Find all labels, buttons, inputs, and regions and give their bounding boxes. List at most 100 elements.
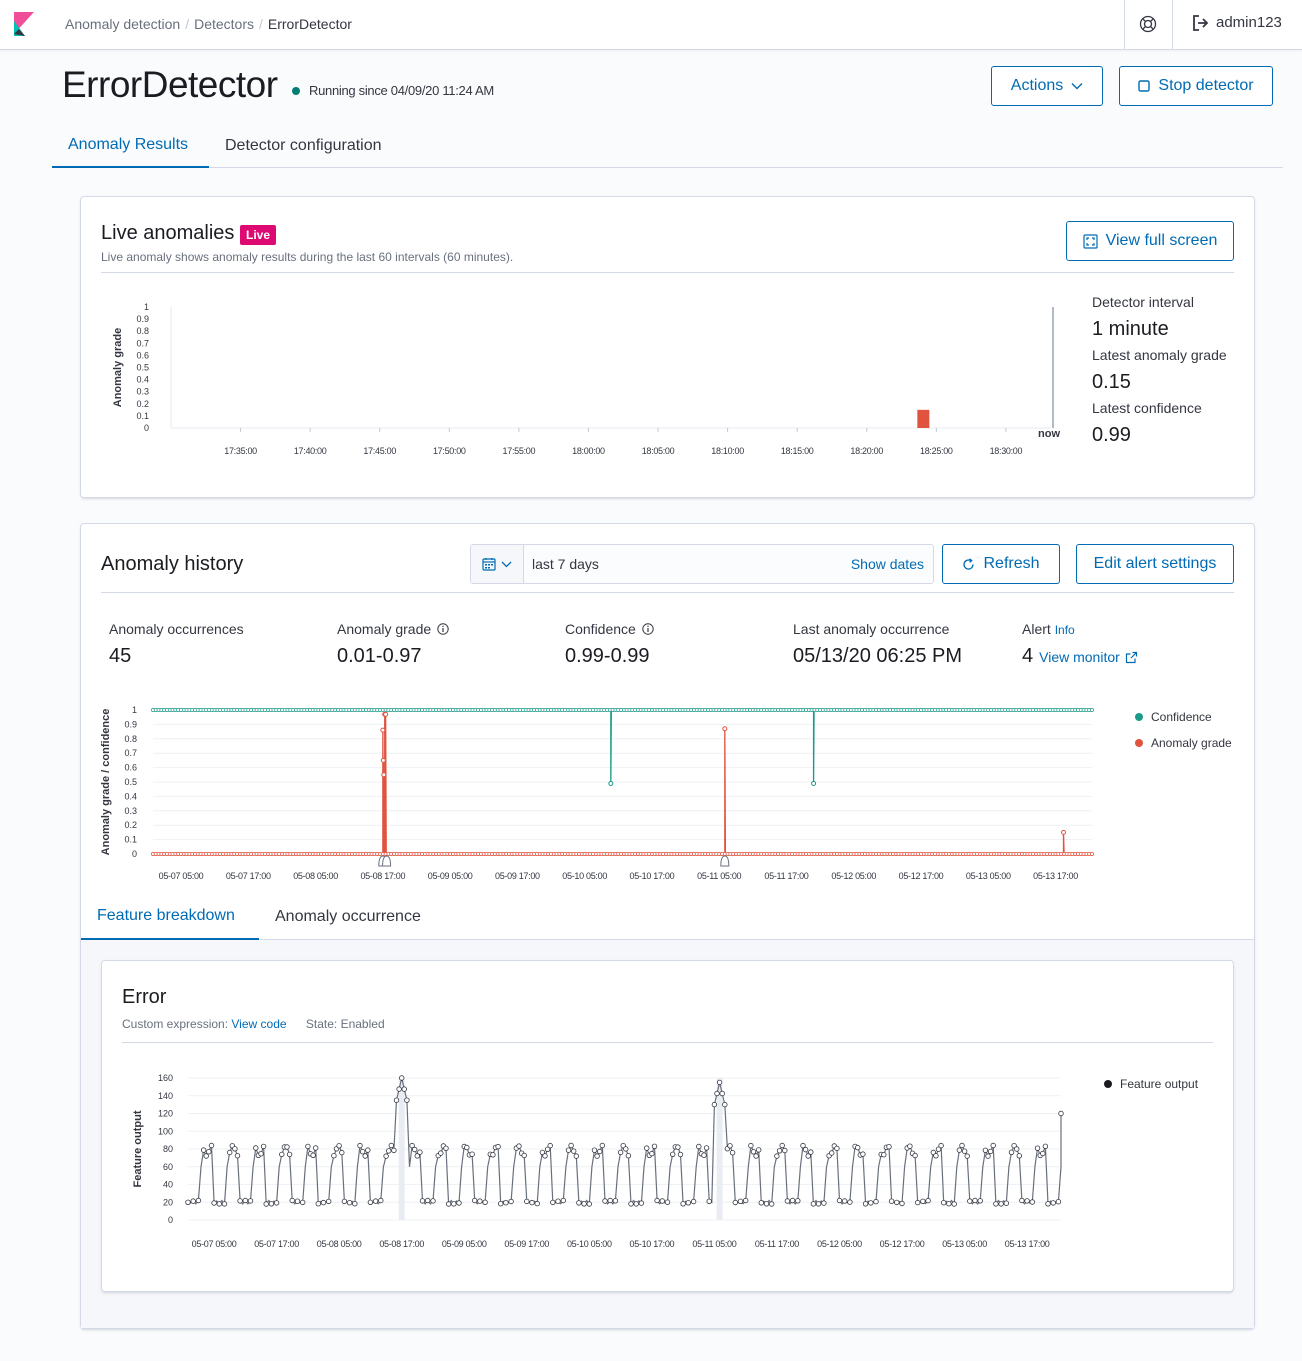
feature-output-point	[1050, 1200, 1056, 1206]
feature-output-point	[732, 1199, 738, 1206]
feature-output-point	[1040, 1150, 1046, 1157]
info-icon[interactable]	[642, 623, 654, 635]
legend-grade-label: Anomaly grade	[1151, 736, 1232, 750]
feature-output-point	[185, 1199, 191, 1205]
feature-output-point	[1034, 1145, 1041, 1151]
status-dot-icon	[292, 86, 300, 95]
x-tick-label: 05-11 05:00	[697, 871, 741, 881]
feature-output-point	[1016, 1153, 1022, 1159]
y-tick-label: 0.8	[136, 326, 149, 336]
view-full-screen-button[interactable]: View full screen	[1066, 221, 1234, 261]
feature-output-point	[649, 1150, 655, 1157]
feature-output-point	[404, 1097, 410, 1103]
live-anomaly-chart: 0 0.1 0.2 0.3 0.4 0.5 0.6 0.7 0.8 0.9 1 17:35:00 17:…	[112, 302, 1060, 456]
x-tick-label: 17:45:00	[363, 446, 396, 456]
chevron-down-icon	[1071, 83, 1083, 90]
feature-output-point	[873, 1198, 879, 1205]
feature-output-point	[495, 1143, 501, 1150]
external-link-icon	[1125, 651, 1137, 663]
x-tick-label: 05-13 17:00	[1005, 1239, 1050, 1249]
view-monitor-link[interactable]: View monitor	[1039, 649, 1138, 665]
feature-output-point	[339, 1149, 345, 1156]
feature-output-point	[967, 1198, 973, 1204]
breadcrumb-anomaly-detection[interactable]: Anomaly detection	[65, 16, 180, 32]
feature-output-point	[829, 1150, 835, 1156]
y-tick-label: 60	[163, 1162, 173, 1172]
tab-detector-configuration[interactable]: Detector configuration	[209, 124, 398, 168]
feature-output-point	[842, 1198, 848, 1204]
view-code-link[interactable]: View code	[231, 1017, 286, 1031]
feature-output-point	[419, 1198, 426, 1204]
y-tick-label: 0	[144, 423, 149, 433]
feature-output-point	[977, 1198, 983, 1204]
quick-select-button[interactable]	[471, 545, 524, 583]
feature-output-point	[443, 1145, 449, 1151]
feature-output-point	[391, 1147, 397, 1154]
help-icon[interactable]	[1139, 15, 1157, 33]
show-dates-link[interactable]: Show dates	[851, 556, 924, 572]
feature-output-point	[1019, 1197, 1025, 1204]
feature-output-point	[938, 1142, 944, 1149]
feature-output-point	[576, 1200, 582, 1206]
feature-output-point	[617, 1149, 624, 1156]
occurrences-label: Anomaly occurrences	[109, 621, 244, 637]
x-tick-label: 05-13 05:00	[966, 871, 1011, 881]
feature-output-point	[237, 1198, 243, 1204]
feature-output-point	[451, 1201, 457, 1207]
y-tick-label: 0.6	[124, 763, 137, 773]
feature-output-point	[312, 1145, 319, 1151]
stop-icon	[1138, 80, 1151, 92]
y-tick-label: 20	[163, 1197, 173, 1207]
tab-anomaly-results[interactable]: Anomaly Results	[52, 124, 209, 168]
feature-output-point	[763, 1201, 770, 1207]
x-tick-label: 17:55:00	[503, 446, 536, 456]
latest-grade-label: Latest anomaly grade	[1092, 347, 1227, 363]
actions-button[interactable]: Actions	[991, 66, 1103, 106]
legend-dot-icon	[1135, 713, 1143, 721]
legend-confidence[interactable]: Confidence	[1135, 710, 1212, 724]
feature-output-point	[675, 1144, 681, 1150]
feature-output-point	[982, 1147, 989, 1153]
feature-output-point	[808, 1149, 814, 1155]
feature-output-point	[946, 1200, 952, 1207]
divider	[101, 592, 1234, 593]
feature-output-point	[430, 1198, 436, 1204]
feature-output-point	[987, 1148, 994, 1155]
breadcrumb-detectors[interactable]: Detectors	[194, 16, 254, 32]
feature-output-point	[972, 1197, 978, 1204]
tab-anomaly-occurrence[interactable]: Anomaly occurrence	[259, 893, 437, 940]
feature-output-point	[716, 1079, 723, 1086]
feature-output-point	[664, 1199, 671, 1205]
y-tick-label: 0.6	[136, 350, 149, 360]
header-divider	[1124, 0, 1125, 50]
custom-expression-label: Custom expression:	[122, 1017, 229, 1031]
legend-grade[interactable]: Anomaly grade	[1135, 736, 1232, 750]
tab-feature-breakdown[interactable]: Feature breakdown	[81, 893, 259, 940]
stop-detector-button[interactable]: Stop detector	[1119, 66, 1273, 106]
date-range-picker: last 7 days Show dates	[470, 544, 934, 584]
x-tick-label: 18:20:00	[850, 446, 883, 456]
alert-info-link[interactable]: Info	[1055, 623, 1075, 637]
latest-grade-value: 0.15	[1092, 371, 1131, 393]
y-tick-label: 0.3	[124, 806, 137, 816]
refresh-button[interactable]: Refresh	[942, 544, 1060, 584]
feature-output-point	[305, 1143, 311, 1150]
user-menu[interactable]: admin123	[1192, 14, 1282, 31]
feature-output-point	[521, 1152, 527, 1159]
feature-output-point	[795, 1198, 801, 1204]
anomaly-bar	[917, 409, 930, 428]
breadcrumb: Anomaly detection / Detectors / ErrorDetecto…	[65, 16, 352, 32]
y-tick-label: 0.7	[124, 748, 137, 758]
y-tick-label: 0.1	[124, 835, 137, 845]
date-range-text[interactable]: last 7 days	[532, 556, 599, 572]
feature-output-point	[203, 1153, 209, 1159]
legend-feature-output[interactable]: Feature output	[1104, 1077, 1198, 1091]
feature-output-point	[1042, 1143, 1049, 1149]
feature-output-point	[524, 1198, 530, 1205]
kibana-logo-icon[interactable]	[14, 12, 34, 36]
info-icon[interactable]	[437, 623, 449, 635]
feature-output-point	[263, 1201, 269, 1207]
y-axis-label: Anomaly grade	[112, 328, 124, 407]
edit-alert-settings-button[interactable]: Edit alert settings	[1076, 544, 1234, 584]
feature-output-point	[417, 1149, 423, 1155]
